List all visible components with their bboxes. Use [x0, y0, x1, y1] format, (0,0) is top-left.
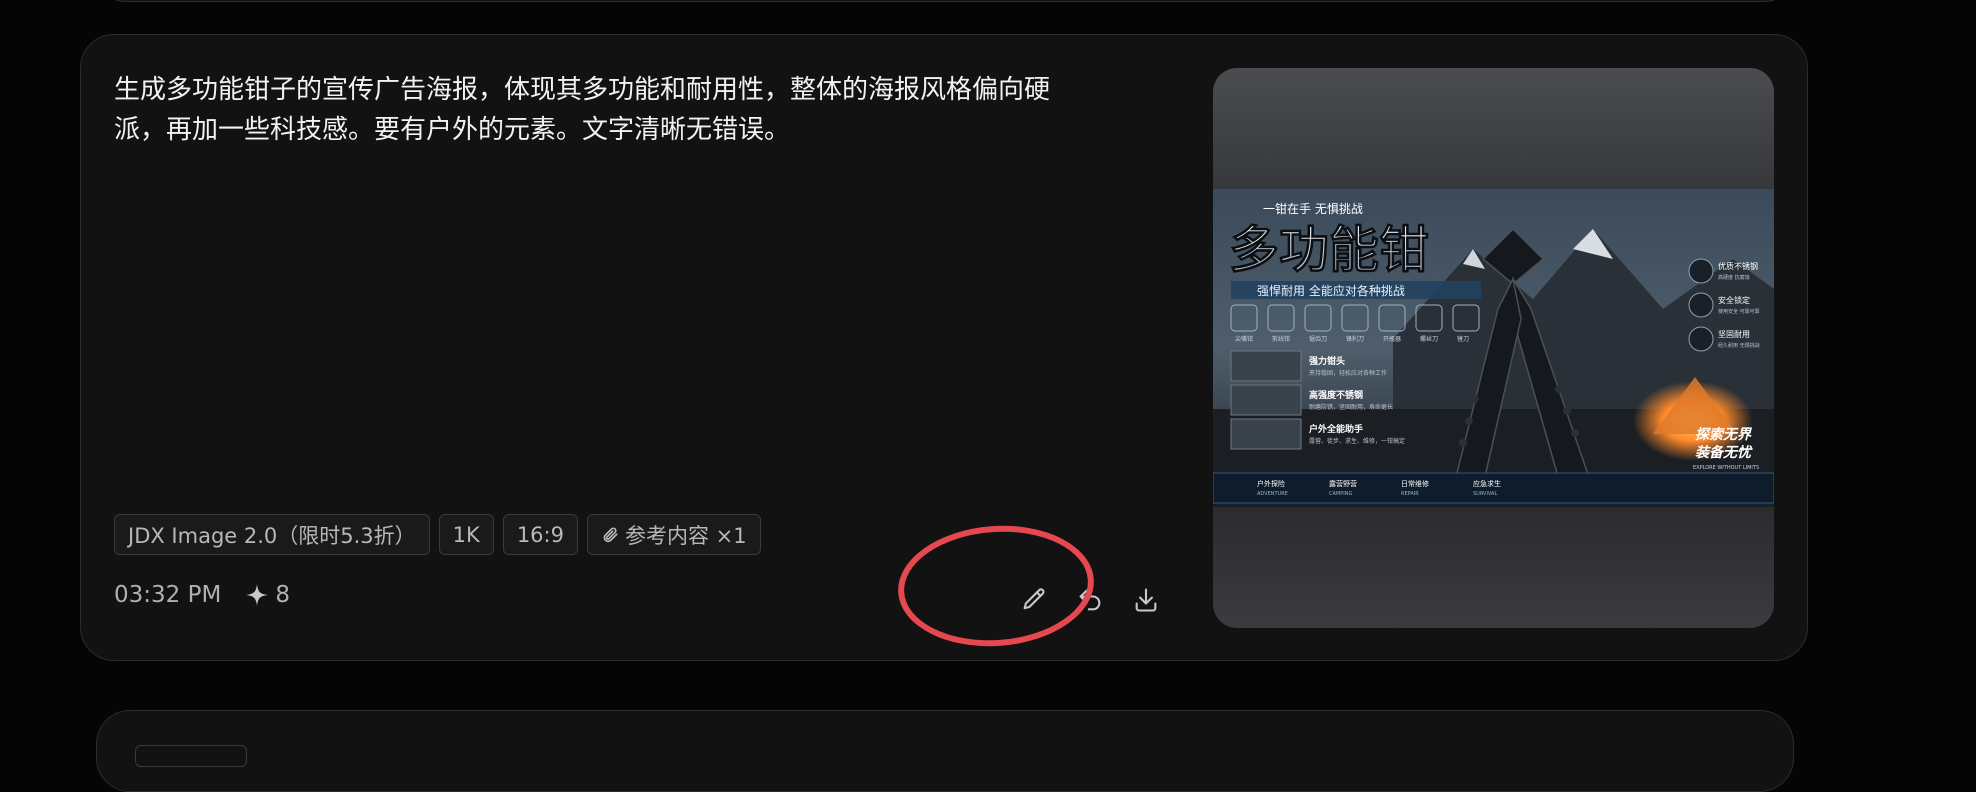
tool-label: 剪线钳	[1272, 335, 1290, 343]
poster-explore-en: EXPLORE WITHOUT LIMITS	[1693, 465, 1759, 471]
tool-label: 锯齿刀	[1309, 335, 1327, 343]
badge-desc: 高硬度 抗腐蚀	[1718, 274, 1750, 281]
feature-desc: 露营、徒步、求生、维修，一钳搞定	[1309, 437, 1405, 445]
bottom-item-cn: 应急求生	[1473, 479, 1501, 488]
tool-label: 尖嘴钳	[1235, 335, 1253, 343]
tool-label: 锉刀	[1457, 335, 1469, 343]
poster-explore-line: 探索无界	[1695, 426, 1753, 443]
download-icon	[1135, 588, 1157, 612]
download-button[interactable]	[1130, 582, 1162, 618]
next-card	[96, 710, 1794, 792]
prompt-line-1: 生成多功能钳子的宣传广告海报，体现其多功能和耐用性，整体的海报风格偏向硬	[114, 75, 1051, 105]
tool-label: 螺丝刀	[1420, 335, 1438, 343]
model-tag[interactable]: JDX Image 2.0（限时5.3折）	[114, 514, 430, 555]
timestamp: 03:32 PM	[114, 582, 222, 608]
bottom-item-cn: 日常维修	[1401, 479, 1429, 488]
poster-explore-line: 装备无忧	[1695, 444, 1753, 461]
poster-title: 多功能钳	[1229, 221, 1429, 279]
previous-card	[96, 0, 1794, 2]
meta-row: 03:32 PM 8	[114, 582, 290, 608]
credits-count: 8	[245, 582, 290, 608]
bottom-item-cn: 露营野营	[1329, 479, 1357, 488]
generated-image-frame[interactable]: 一钳在手 无惧挑战 多功能钳 强悍耐用 全能应对各种挑战 尖嘴钳 剪线钳 锯齿刀…	[1213, 68, 1774, 628]
bottom-item-cn: 户外探险	[1257, 479, 1285, 488]
paperclip-icon	[601, 525, 619, 545]
feature-desc: 耐磨防锈，坚固耐用，寿命更长	[1309, 403, 1393, 411]
badge-desc: 经久耐用 无惧挑战	[1718, 342, 1760, 349]
ratio-tag[interactable]: 16:9	[502, 514, 578, 555]
prompt-text: 生成多功能钳子的宣传广告海报，体现其多功能和耐用性，整体的海报风格偏向硬 派，再…	[114, 70, 1134, 150]
reference-tag[interactable]: 参考内容 ×1	[586, 514, 761, 555]
bottom-item-en: REPAIR	[1401, 491, 1419, 497]
parameter-tags: JDX Image 2.0（限时5.3折） 1K 16:9 参考内容 ×1	[114, 514, 761, 555]
badge-desc: 使用安全 可靠可靠	[1718, 308, 1760, 315]
reference-label: 参考内容 ×1	[624, 523, 747, 548]
prompt-line-2: 派，再加一些科技感。要有户外的元素。文字清晰无错误。	[114, 115, 791, 145]
poster-illustration: 一钳在手 无惧挑战 多功能钳 强悍耐用 全能应对各种挑战 尖嘴钳 剪线钳 锯齿刀…	[1213, 189, 1774, 507]
bottom-item-en: ADVENTURE	[1257, 491, 1288, 497]
feature-title: 强力钳头	[1309, 355, 1345, 367]
generated-poster[interactable]: 一钳在手 无惧挑战 多功能钳 强悍耐用 全能应对各种挑战 尖嘴钳 剪线钳 锯齿刀…	[1213, 189, 1774, 507]
resolution-tag[interactable]: 1K	[438, 514, 494, 555]
feature-title: 高强度不锈钢	[1309, 389, 1363, 401]
next-card-tag	[135, 745, 247, 767]
poster-subtitle: 强悍耐用 全能应对各种挑战	[1257, 283, 1405, 298]
badge-title: 优质不锈钢	[1718, 261, 1758, 271]
credits-value: 8	[275, 582, 290, 608]
feature-desc: 夹持稳固，轻松应对各种工作	[1309, 369, 1387, 377]
poster-slogan: 一钳在手 无惧挑战	[1263, 201, 1363, 216]
sparkle-icon	[246, 584, 269, 606]
badge-title: 安全锁定	[1718, 295, 1750, 305]
badge-title: 坚固耐用	[1718, 329, 1750, 339]
bottom-item-en: SURVIVAL	[1473, 491, 1497, 497]
tool-label: 锋利刀	[1346, 335, 1364, 343]
feature-title: 户外全能助手	[1309, 423, 1363, 435]
bottom-item-en: CAMPING	[1329, 491, 1352, 497]
tool-label: 开瓶器	[1383, 335, 1401, 343]
